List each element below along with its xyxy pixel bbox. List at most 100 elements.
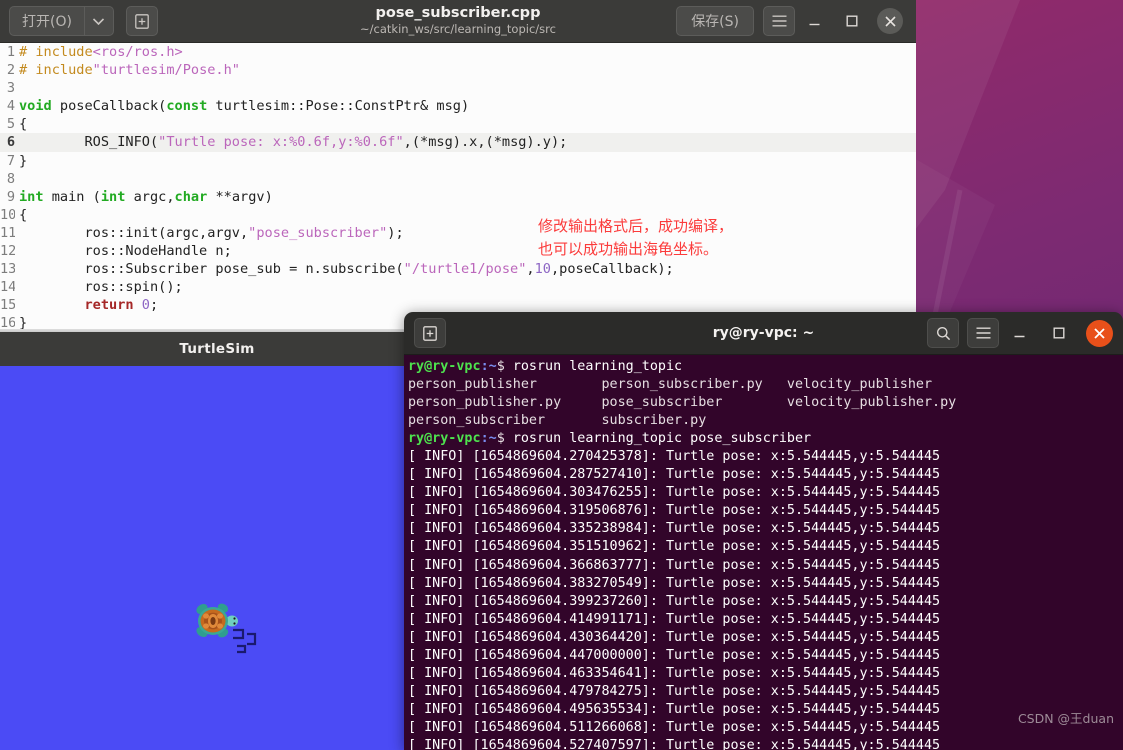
terminal-output-line: person_publisher person_subscriber.py ve… — [408, 377, 933, 393]
terminal-log-line: [ INFO] [1654869604.430364420]: Turtle p… — [408, 629, 941, 645]
code-line: 2 # include"turtlesim/Pose.h" — [0, 61, 916, 79]
code-text: void poseCallback(const turtlesim::Pose:… — [19, 98, 470, 115]
code-text: ros::spin(); — [19, 279, 183, 296]
close-button[interactable] — [1079, 313, 1119, 353]
code-text: { — [19, 116, 28, 133]
page-title: pose_subscriber.cpp — [375, 5, 541, 22]
close-button[interactable] — [871, 2, 909, 40]
code-line: 11 ros::init(argc,argv,"pose_subscriber"… — [0, 224, 916, 242]
code-line: 3 — [0, 79, 916, 97]
search-icon[interactable] — [927, 318, 959, 348]
hamburger-menu-icon[interactable] — [763, 6, 795, 36]
code-line: 9 int main (int argc,char **argv) — [0, 188, 916, 206]
line-number: 4 — [6, 98, 15, 115]
terminal-window-controls — [919, 313, 1123, 353]
code-line: 10{ — [0, 206, 916, 224]
terminal-lines: ry@ry-vpc:~$ rosrun learning_topicperson… — [408, 358, 1123, 750]
minimize-icon[interactable] — [795, 2, 833, 40]
turtle-path-trace — [233, 628, 257, 654]
code-editor[interactable]: 1 # include<ros/ros.h> 2 # include"turtlesi… — [0, 43, 916, 332]
maximize-icon[interactable] — [833, 2, 871, 40]
code-text: { — [19, 206, 28, 223]
hamburger-menu-icon[interactable] — [967, 318, 999, 348]
chevron-down-icon[interactable] — [83, 6, 114, 36]
line-number: 15 — [0, 297, 15, 314]
file-path: ~/catkin_ws/src/learning_topic/src — [360, 21, 556, 36]
code-line: 8 — [0, 170, 916, 188]
code-line: 14 ros::spin(); — [0, 278, 916, 296]
code-lines: 1 # include<ros/ros.h> 2 # include"turtlesi… — [0, 43, 916, 332]
minimize-icon[interactable] — [999, 313, 1039, 353]
close-icon[interactable] — [1085, 319, 1113, 347]
code-text: int main (int argc,char **argv) — [19, 188, 273, 205]
terminal-log-line: [ INFO] [1654869604.399237260]: Turtle p… — [408, 593, 941, 609]
code-line: 6 ROS_INFO("Turtle pose: x:%0.6f,y:%0.6f… — [0, 133, 916, 152]
turtlesim-titlebar: TurtleSim — [0, 332, 434, 366]
terminal-log-line: [ INFO] [1654869604.463354641]: Turtle p… — [408, 665, 941, 681]
code-text: # include"turtlesim/Pose.h" — [19, 62, 240, 79]
code-line: 4 void poseCallback(const turtlesim::Pose… — [0, 97, 916, 115]
line-number: 6 — [6, 134, 15, 151]
turtlesim-canvas[interactable] — [0, 366, 434, 750]
terminal-log-line: [ INFO] [1654869604.335238984]: Turtle p… — [408, 521, 941, 537]
line-number: 13 — [0, 261, 15, 278]
terminal-log-line: [ INFO] [1654869604.447000000]: Turtle p… — [408, 647, 941, 663]
code-line: 7} — [0, 152, 916, 170]
terminal-log-line: [ INFO] [1654869604.495635534]: Turtle p… — [408, 701, 941, 717]
terminal-log-line: [ INFO] [1654869604.414991171]: Turtle p… — [408, 611, 941, 627]
terminal-window: ry@ry-vpc: ~ ry@ry-vpc:~$ rosrun learnin… — [404, 312, 1123, 750]
terminal-title: ry@ry-vpc: ~ — [712, 325, 815, 341]
line-number: 1 — [6, 44, 15, 60]
code-line: 5{ — [0, 115, 916, 133]
terminal-output-line: person_subscriber subscriber.py — [408, 413, 707, 429]
terminal-log-line: [ INFO] [1654869604.351510962]: Turtle p… — [408, 539, 941, 555]
new-tab-icon[interactable] — [125, 6, 158, 36]
code-text: ROS_INFO("Turtle pose: x:%0.6f,y:%0.6f",… — [19, 134, 568, 151]
new-tab-icon[interactable] — [414, 318, 446, 348]
maximize-icon[interactable] — [1039, 313, 1079, 353]
save-button[interactable]: 保存(S) — [676, 6, 754, 36]
open-button[interactable]: 打开(O) — [9, 6, 84, 36]
code-line: 13 ros::Subscriber pose_sub = n.subscrib… — [0, 260, 916, 278]
terminal-prompt-line: ry@ry-vpc:~$ rosrun learning_topic pose_… — [408, 431, 812, 447]
desktop: 打开(O) pose_subscriber.cpp ~/catkin_ws/sr… — [0, 0, 1123, 750]
line-number: 9 — [6, 188, 15, 205]
terminal-output[interactable]: ry@ry-vpc:~$ rosrun learning_topicperson… — [404, 355, 1123, 750]
line-number: 14 — [0, 279, 15, 296]
terminal-log-line: [ INFO] [1654869604.287527410]: Turtle p… — [408, 467, 941, 483]
terminal-log-line: [ INFO] [1654869604.479784275]: Turtle p… — [408, 683, 941, 699]
terminal-log-line: [ INFO] [1654869604.383270549]: Turtle p… — [408, 575, 941, 591]
line-number: 5 — [6, 116, 15, 133]
terminal-titlebar: ry@ry-vpc: ~ — [404, 312, 1123, 355]
code-text: return 0; — [84, 297, 159, 314]
line-number: 3 — [6, 80, 15, 97]
code-text: ros::Subscriber pose_sub = n.subscribe("… — [19, 261, 674, 278]
terminal-log-line: [ INFO] [1654869604.366863777]: Turtle p… — [408, 557, 941, 573]
code-text: ros::init(argc,argv,"pose_subscriber"); — [19, 224, 404, 241]
line-number: 10 — [0, 206, 15, 223]
code-text: } — [19, 152, 28, 169]
gedit-titlebar: 打开(O) pose_subscriber.cpp ~/catkin_ws/sr… — [0, 0, 916, 43]
line-number: 7 — [6, 152, 15, 169]
line-number: 8 — [6, 170, 15, 187]
turtlesim-window: TurtleSim — [0, 332, 434, 750]
line-number: 12 — [0, 243, 15, 260]
terminal-log-line: [ INFO] [1654869604.511266068]: Turtle p… — [408, 719, 941, 735]
turtlesim-title: TurtleSim — [179, 341, 255, 357]
annotation-note: 修改输出格式后，成功编译， 也可以成功输出海龟坐标。 — [538, 217, 734, 258]
code-line: 1 # include<ros/ros.h> — [0, 43, 916, 61]
terminal-prompt-line: ry@ry-vpc:~$ rosrun learning_topic — [408, 359, 683, 374]
gedit-window-controls: 保存(S) — [676, 2, 916, 40]
code-line: 12 ros::NodeHandle n; — [0, 242, 916, 260]
terminal-output-line: person_publisher.py pose_subscriber velo… — [408, 395, 957, 411]
line-number: 11 — [0, 224, 15, 241]
terminal-log-line: [ INFO] [1654869604.270425378]: Turtle p… — [408, 449, 941, 465]
close-icon[interactable] — [877, 8, 903, 34]
line-number: 2 — [6, 62, 15, 79]
gedit-window: 打开(O) pose_subscriber.cpp ~/catkin_ws/sr… — [0, 0, 916, 332]
terminal-log-line: [ INFO] [1654869604.319506876]: Turtle p… — [408, 503, 941, 519]
watermark: CSDN @王duan — [1017, 710, 1114, 726]
code-text: ros::NodeHandle n; — [19, 243, 232, 260]
terminal-log-line: [ INFO] [1654869604.303476255]: Turtle p… — [408, 485, 941, 501]
terminal-log-line: [ INFO] [1654869604.527407597]: Turtle p… — [408, 737, 941, 750]
